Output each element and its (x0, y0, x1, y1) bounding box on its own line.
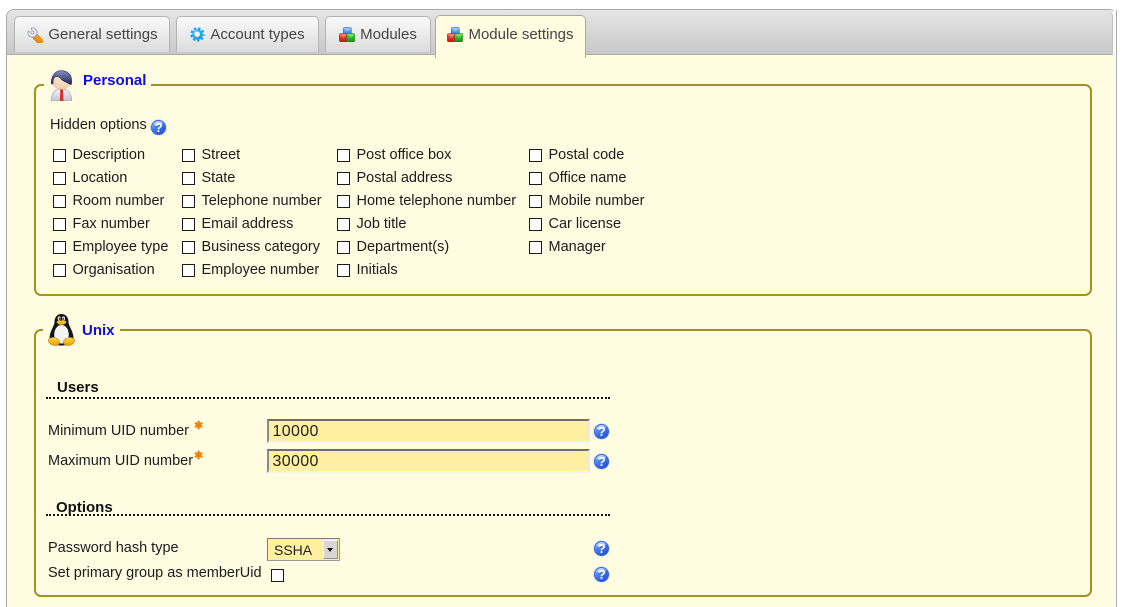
svg-text:?: ? (598, 424, 606, 439)
svg-text:?: ? (598, 454, 606, 469)
svg-text:?: ? (598, 567, 606, 582)
svg-text:?: ? (155, 120, 163, 135)
svg-text:?: ? (598, 541, 606, 556)
